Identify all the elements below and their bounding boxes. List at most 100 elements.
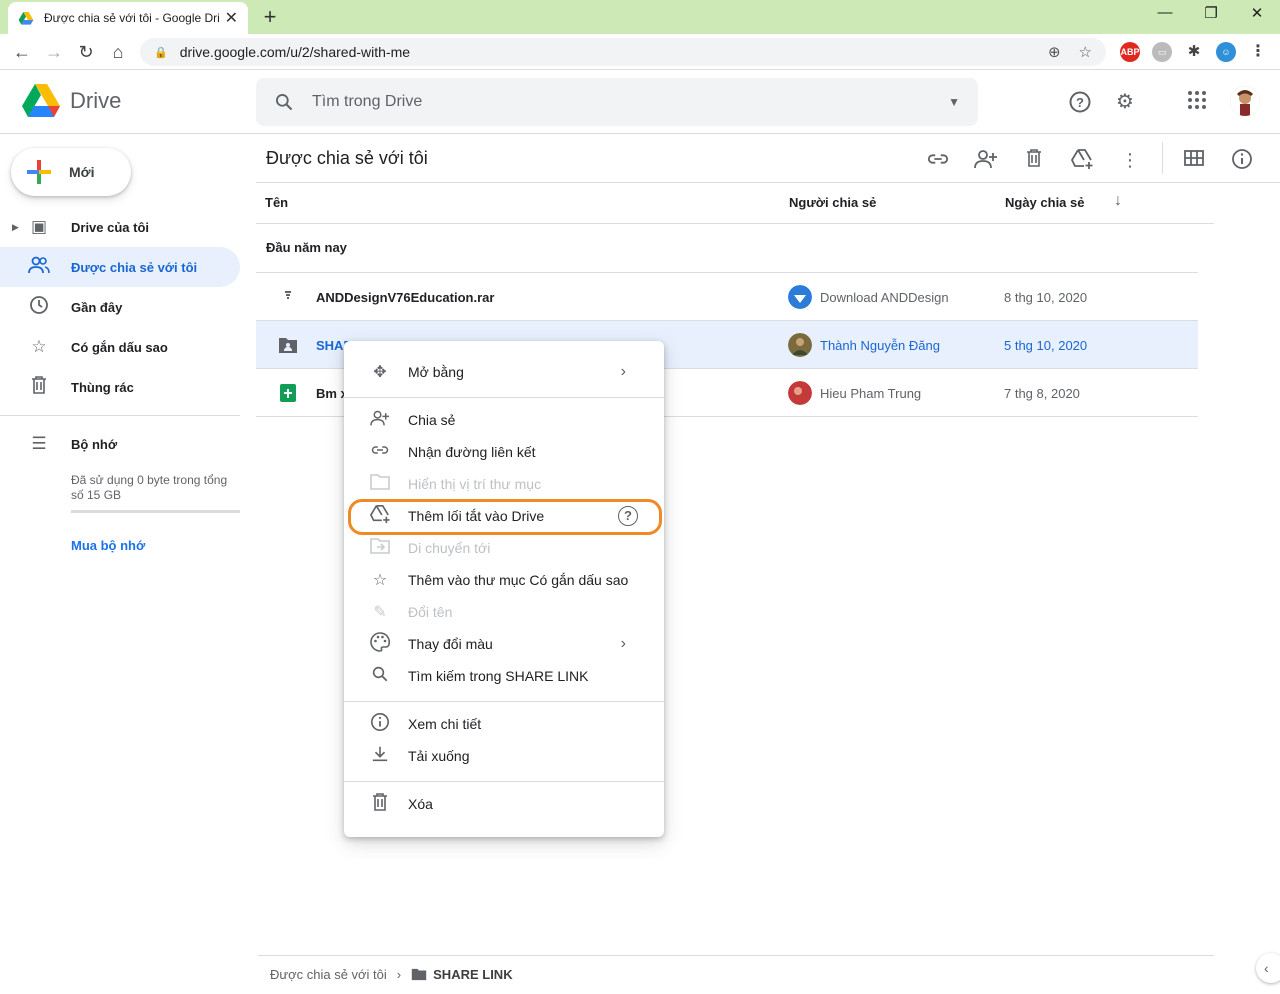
column-header-name[interactable]: Tên (265, 195, 288, 210)
chevron-right-icon: › (620, 635, 626, 652)
owner-name: Thành Nguyễn Đăng (820, 337, 940, 353)
menu-item-move-to[interactable]: Di chuyển tới (344, 532, 664, 564)
breadcrumb: Được chia sẻ với tôi › SHARE LINK (270, 967, 513, 982)
menu-item-label: Xóa (408, 796, 433, 812)
storage-progress-bar (71, 510, 240, 513)
adblock-icon[interactable]: ABP (1120, 42, 1140, 62)
column-header-owner[interactable]: Người chia sẻ (789, 195, 876, 210)
storage-usage-text: Đã sử dụng 0 byte trong tổng số 15 GB (71, 473, 228, 502)
bookmark-star-icon[interactable]: ☆ (1079, 43, 1092, 61)
drive-logo-icon (22, 84, 60, 117)
forward-icon[interactable]: → (42, 40, 66, 64)
group-label: Đầu năm nay (266, 240, 347, 255)
side-panel-toggle-icon[interactable]: ‹ (1256, 953, 1280, 983)
owner-cell: Thành Nguyễn Đăng (788, 333, 940, 357)
sidebar-item-label: Drive của tôi (71, 219, 150, 235)
reload-icon[interactable]: ↻ (74, 40, 98, 64)
menu-divider (344, 397, 664, 398)
sidebar-item-shared-with-me[interactable]: Được chia sẻ với tôi (0, 247, 240, 287)
menu-item-show-folder-location[interactable]: Hiển thị vị trí thư mục (344, 468, 664, 500)
grid-view-icon[interactable] (1182, 148, 1206, 172)
extension-cast-icon[interactable]: ▭ (1152, 42, 1172, 62)
buy-storage-link[interactable]: Mua bộ nhớ (71, 538, 145, 553)
sidebar-item-label: Gần đây (71, 299, 123, 315)
help-icon[interactable]: ? (1068, 90, 1092, 114)
restore-icon[interactable]: ❐ (1196, 4, 1226, 22)
trash-icon (368, 792, 392, 816)
extensions-puzzle-icon[interactable]: ✱ (1184, 42, 1204, 62)
header-divider (256, 223, 1214, 224)
sidebar-divider (0, 415, 240, 416)
owner-name: Hieu Pham Trung (820, 385, 922, 401)
add-person-icon (368, 409, 392, 432)
url-field[interactable]: 🔒 drive.google.com/u/2/shared-with-me ⊕ … (140, 38, 1106, 66)
owner-cell: Download ANDDesign (788, 285, 949, 309)
browser-menu-icon[interactable]: ⋮ (1248, 42, 1268, 62)
breadcrumb-current[interactable]: SHARE LINK (433, 967, 512, 982)
move-to-icon (368, 537, 392, 559)
menu-item-label: Hiển thị vị trí thư mục (408, 476, 542, 492)
palette-icon (368, 631, 392, 657)
toolbar-separator (1162, 142, 1163, 174)
my-drive-icon: ▣ (30, 217, 48, 236)
sidebar-item-my-drive[interactable]: ▣ Drive của tôi (0, 207, 240, 247)
get-link-icon[interactable] (926, 148, 950, 172)
search-options-icon[interactable]: ▼ (948, 95, 960, 109)
drive-header: Drive Tìm trong Drive ▼ ? ⚙ (0, 70, 1280, 134)
menu-item-open-with[interactable]: ✥ Mở bằng › (344, 356, 664, 388)
menu-item-rename[interactable]: ✎ Đổi tên (344, 596, 664, 628)
chevron-right-icon: › (620, 363, 626, 380)
new-tab-button[interactable]: + (258, 4, 282, 30)
share-icon[interactable] (974, 148, 998, 172)
settings-gear-icon[interactable]: ⚙ (1113, 90, 1137, 114)
info-icon[interactable] (1230, 148, 1254, 172)
url-text: drive.google.com/u/2/shared-with-me (179, 44, 411, 60)
sidebar-item-storage[interactable]: ☰ Bộ nhớ (0, 424, 240, 464)
menu-item-change-color[interactable]: Thay đổi màu › (344, 628, 664, 660)
close-tab-icon[interactable]: ✕ (225, 8, 238, 28)
page-title[interactable]: Được chia sẻ với tôi (266, 148, 428, 169)
remove-icon[interactable] (1022, 148, 1046, 172)
sidebar-item-trash[interactable]: Thùng rác (0, 367, 240, 407)
search-icon[interactable] (274, 92, 294, 112)
new-button[interactable]: Mới (11, 148, 131, 196)
owner-name: Download ANDDesign (820, 289, 949, 305)
browser-tab[interactable]: Được chia sẻ với tôi - Google Dri ✕ (8, 2, 248, 34)
menu-item-label: Đổi tên (408, 604, 453, 620)
menu-item-view-details[interactable]: Xem chi tiết (344, 708, 664, 740)
table-row[interactable]: ANDDesignV76Education.rar Download ANDDe… (256, 273, 1198, 321)
menu-item-share[interactable]: Chia sẻ (344, 404, 664, 436)
menu-item-label: Di chuyển tới (408, 540, 491, 556)
more-actions-icon[interactable]: ⋮ (1118, 148, 1142, 172)
tab-title: Được chia sẻ với tôi - Google Dri (44, 11, 219, 25)
search-input[interactable]: Tìm trong Drive ▼ (256, 78, 978, 126)
menu-item-search-within[interactable]: Tìm kiếm trong SHARE LINK (344, 660, 664, 692)
file-name: ANDDesignV76Education.rar (316, 290, 495, 305)
profile-icon[interactable]: ☺ (1216, 42, 1236, 62)
menu-item-get-link[interactable]: Nhận đường liên kết (344, 436, 664, 468)
new-button-label: Mới (69, 164, 95, 180)
account-avatar[interactable] (1230, 86, 1260, 116)
back-icon[interactable]: ← (10, 40, 34, 64)
sheets-file-icon (280, 384, 296, 402)
home-icon[interactable]: ⌂ (106, 40, 130, 64)
drive-logo[interactable]: Drive (22, 84, 121, 118)
owner-avatar (788, 285, 812, 309)
sidebar-item-recent[interactable]: Gần đây (0, 287, 240, 327)
add-shortcut-icon[interactable] (1070, 148, 1094, 172)
download-icon (368, 745, 392, 768)
apps-grid-icon[interactable] (1185, 90, 1209, 114)
sidebar-item-starred[interactable]: ☆ Có gắn dấu sao (0, 327, 240, 367)
shared-folder-icon (279, 338, 297, 353)
install-icon[interactable]: ⊕ (1048, 43, 1061, 61)
close-window-icon[interactable]: ✕ (1242, 4, 1272, 22)
sort-arrow-icon[interactable]: ↓ (1114, 192, 1122, 210)
menu-item-download[interactable]: Tải xuống (344, 740, 664, 772)
breadcrumb-root[interactable]: Được chia sẻ với tôi (270, 967, 387, 982)
star-icon: ☆ (372, 572, 388, 589)
menu-item-remove[interactable]: Xóa (344, 788, 664, 820)
minimize-icon[interactable]: — (1150, 4, 1180, 21)
menu-item-add-to-starred[interactable]: ☆ Thêm vào thư mục Có gắn dấu sao (344, 564, 664, 596)
footer-divider (258, 955, 1214, 956)
column-header-date[interactable]: Ngày chia sẻ (1005, 195, 1085, 210)
